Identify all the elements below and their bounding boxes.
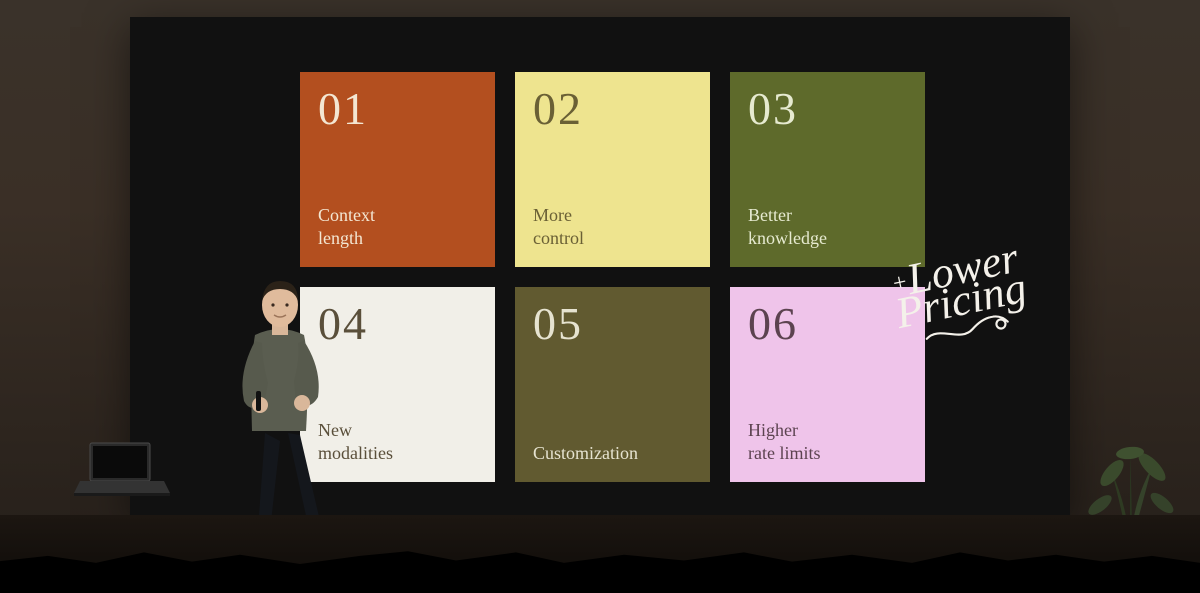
tile-06: 06 Higher rate limits — [730, 287, 925, 482]
tile-number: 04 — [318, 301, 477, 347]
tile-label: Higher rate limits — [748, 419, 907, 464]
tile-01: 01 Context length — [300, 72, 495, 267]
tile-number: 02 — [533, 86, 692, 132]
tile-label: Context length — [318, 204, 477, 249]
presentation-screen: 01 Context length 02 More control 03 Bet… — [130, 17, 1070, 517]
tile-number: 05 — [533, 301, 692, 347]
tile-03: 03 Better knowledge — [730, 72, 925, 267]
tile-label: Customization — [533, 442, 692, 465]
stage-scene: 01 Context length 02 More control 03 Bet… — [0, 0, 1200, 593]
tile-04: 04 New modalities — [300, 287, 495, 482]
swash-icon — [921, 312, 1013, 348]
tile-number: 03 — [748, 86, 907, 132]
tile-02: 02 More control — [515, 72, 710, 267]
tile-label: New modalities — [318, 419, 477, 464]
tile-number: 01 — [318, 86, 477, 132]
tile-05: 05 Customization — [515, 287, 710, 482]
tile-label: Better knowledge — [748, 204, 907, 249]
tile-grid: 01 Context length 02 More control 03 Bet… — [300, 72, 925, 482]
tile-number: 06 — [748, 301, 907, 347]
tile-label: More control — [533, 204, 692, 249]
